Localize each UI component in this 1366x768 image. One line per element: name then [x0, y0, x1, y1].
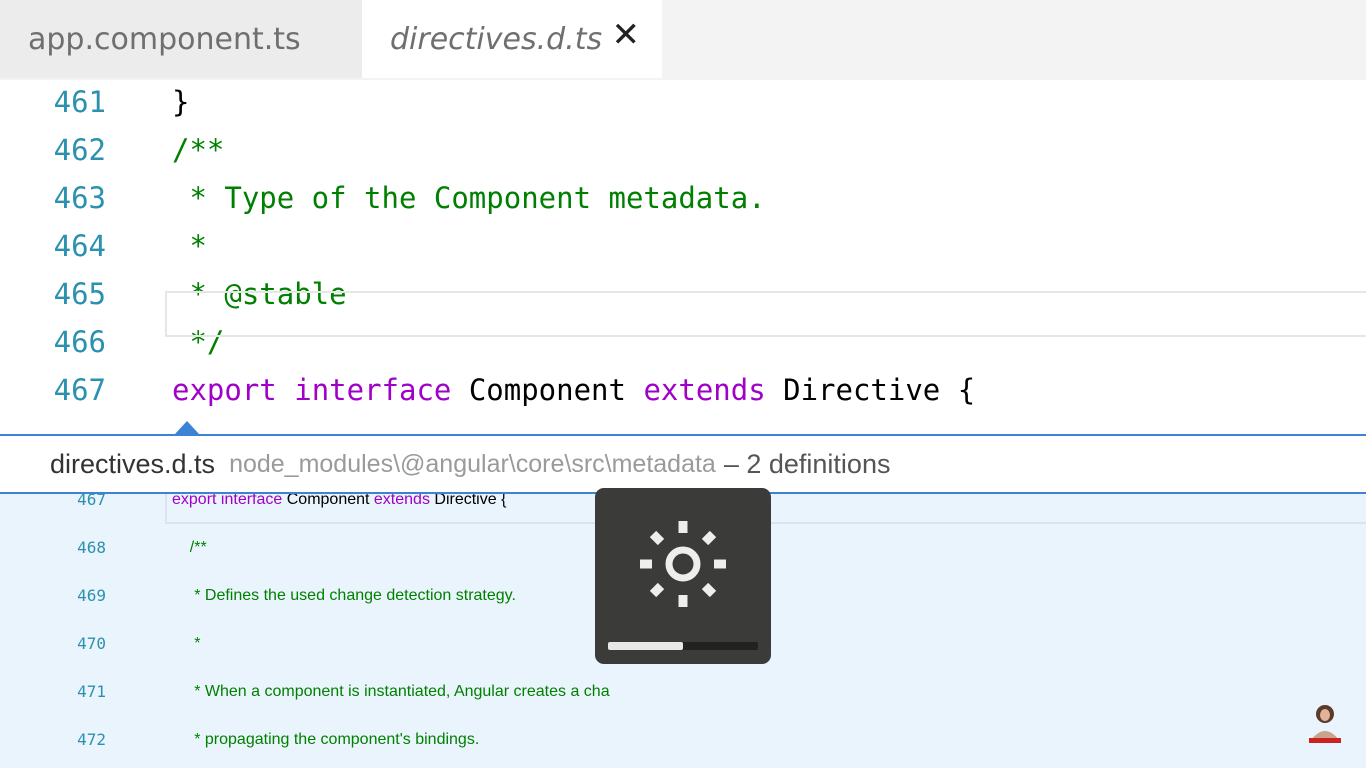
tab-bar: app.component.ts directives.d.ts ✕ — [0, 0, 1366, 80]
line-text: export interface Component extends Direc… — [172, 494, 506, 524]
code-token: * — [172, 229, 207, 263]
code-token: * — [172, 635, 201, 652]
line-number: 471 — [77, 682, 106, 701]
line-number: 469 — [77, 586, 106, 605]
line-number: 466 — [53, 325, 106, 359]
code-token: extends — [373, 494, 430, 508]
peek-header: directives.d.ts node_modules\@angular\co… — [0, 436, 1366, 494]
line-number: 465 — [53, 277, 106, 311]
code-token: export — [172, 373, 277, 407]
line-text: * When a component is instantiated, Angu… — [172, 668, 610, 716]
line-text: * Type of the Component metadata. — [172, 174, 766, 222]
tab-label: app.component.ts — [28, 21, 301, 57]
code-token: interface — [220, 494, 283, 508]
line-number: 468 — [77, 538, 106, 557]
code-token: /** — [172, 539, 207, 556]
line-text: } — [172, 78, 189, 126]
line-text: * — [172, 620, 200, 668]
code-line[interactable]: 472 * propagating the component's bindin… — [0, 716, 1366, 764]
code-token: Directive { — [765, 373, 976, 407]
line-number: 461 — [53, 85, 106, 119]
line-text: /** — [172, 524, 207, 572]
code-line[interactable]: 471 * When a component is instantiated, … — [0, 668, 1366, 716]
code-line[interactable]: 461} — [0, 78, 1366, 126]
close-icon[interactable]: ✕ — [612, 18, 641, 52]
peek-file-path: node_modules\@angular\core\src\metadata — [229, 449, 716, 478]
line-number: 467 — [53, 373, 106, 407]
code-token: Component — [282, 494, 374, 508]
code-token: * Type of the Component metadata. — [172, 181, 766, 215]
code-token: Component — [451, 373, 644, 407]
code-line[interactable]: 462 /** — [0, 126, 1366, 174]
current-line-highlight — [165, 291, 1366, 337]
brightness-icon — [640, 521, 726, 607]
code-line[interactable]: 467 export interface Component extends Di… — [0, 366, 1366, 414]
tab-label: directives.d.ts — [390, 21, 603, 57]
line-number: 464 — [53, 229, 106, 263]
channel-avatar-icon — [1309, 705, 1341, 743]
line-number: 463 — [53, 181, 106, 215]
line-number: 470 — [77, 634, 106, 653]
code-token: * When a component is instantiated, Angu… — [172, 683, 610, 700]
brightness-level-bar — [608, 642, 758, 650]
code-token: * Defines the used change detection stra… — [172, 587, 516, 604]
line-number: 467 — [77, 494, 106, 509]
line-text: * propagating the component's bindings. — [172, 716, 479, 764]
code-token: Directive { — [429, 494, 507, 508]
line-number: 462 — [53, 133, 106, 167]
line-text: export interface Component extends Direc… — [172, 366, 975, 414]
code-token: } — [172, 85, 190, 119]
line-text: * — [172, 222, 207, 270]
peek-definitions-count: – 2 definitions — [723, 448, 891, 479]
code-token: interface — [294, 373, 452, 407]
tab-app-component[interactable]: app.component.ts — [0, 0, 362, 78]
line-number: 472 — [77, 730, 106, 749]
code-token: /** — [172, 133, 225, 167]
brightness-level-fill — [608, 642, 683, 650]
code-token: extends — [643, 373, 766, 407]
code-token: * propagating the component's bindings. — [172, 731, 480, 748]
code-token: export — [172, 494, 217, 508]
line-text: * Defines the used change detection stra… — [172, 572, 516, 620]
tab-directives[interactable]: directives.d.ts ✕ — [362, 0, 662, 78]
code-line[interactable]: 464 * — [0, 222, 1366, 270]
code-line[interactable]: 463 * Type of the Component metadata. — [0, 174, 1366, 222]
peek-file-name[interactable]: directives.d.ts — [50, 449, 215, 480]
line-text: /** — [172, 126, 224, 174]
brightness-osd — [595, 488, 771, 664]
peek-pointer-icon — [175, 421, 199, 434]
